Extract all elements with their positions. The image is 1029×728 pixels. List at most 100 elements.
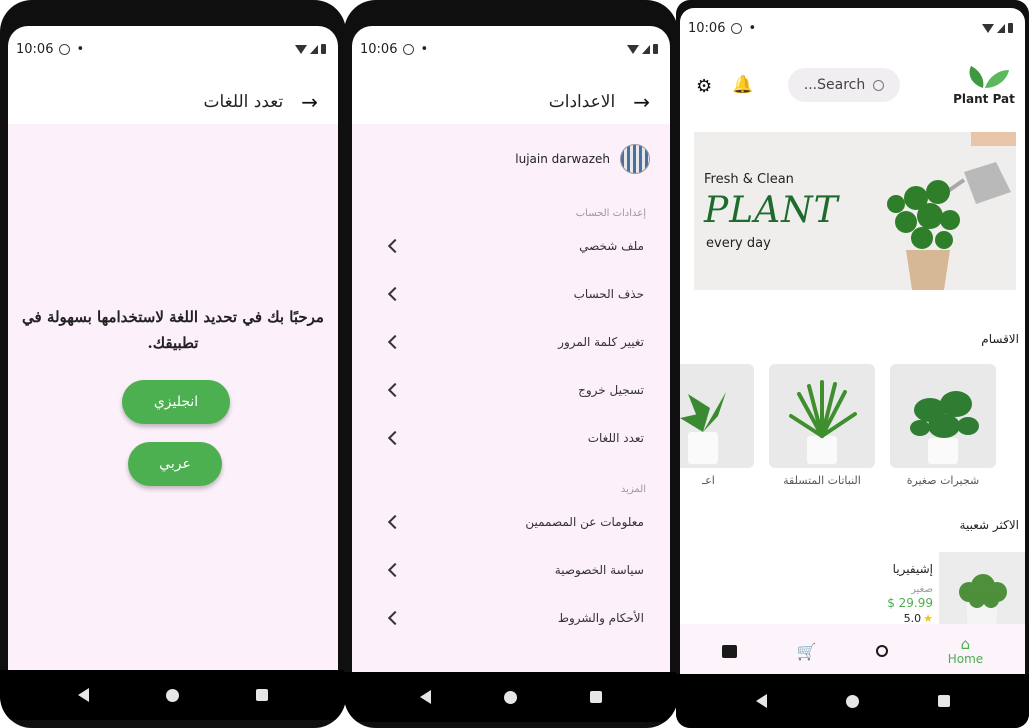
category-card-third[interactable] xyxy=(680,364,754,468)
settings-item-label: تغيير كلمة المرور xyxy=(558,335,644,349)
nav-back-icon[interactable] xyxy=(420,690,432,704)
status-dot: • xyxy=(420,41,429,57)
welcome-text: مرحبًا بك في تحديد اللغة لاستخدامها بسهو… xyxy=(22,308,324,352)
hero-banner[interactable]: Fresh & Clean PLANT every day xyxy=(694,132,1016,290)
section-account: إعدادات الحساب xyxy=(575,208,646,219)
settings-item-label: سياسة الخصوصية xyxy=(554,563,644,577)
app-bar: تعدد اللغات → xyxy=(8,80,338,124)
banner-line1: Fresh & Clean xyxy=(704,172,794,187)
settings-item-terms[interactable]: الأحكام والشروط xyxy=(352,594,670,642)
android-nav-bar xyxy=(0,670,346,720)
cart-icon: 🛒 xyxy=(796,641,817,661)
plant-image xyxy=(680,392,726,464)
nav-home[interactable]: ⌂ Home xyxy=(948,636,983,666)
nav-recents-icon[interactable] xyxy=(937,695,950,707)
search-placeholder: ...Search xyxy=(803,77,866,93)
wifi-icon xyxy=(982,23,994,33)
english-button[interactable]: انجليزي xyxy=(122,380,230,424)
shrub-plant-image xyxy=(910,391,979,464)
settings-item-languages[interactable]: تعدد اللغات xyxy=(352,414,670,462)
user-name: lujain darwazeh xyxy=(515,152,610,166)
settings-item-privacy[interactable]: سياسة الخصوصية xyxy=(352,546,670,594)
category-label: النباتات المتسلقة xyxy=(783,474,861,487)
signal-battery-icons xyxy=(295,44,326,54)
bell-icon[interactable]: 🔔 xyxy=(732,76,753,94)
nav-chat[interactable] xyxy=(721,644,737,658)
nav-home-icon[interactable] xyxy=(503,690,517,704)
battery-icon xyxy=(653,44,658,54)
category-card-climbing[interactable] xyxy=(769,364,875,468)
settings-item-label: ملف شخصي xyxy=(579,239,644,253)
signal-icon xyxy=(310,44,318,54)
content-area: مرحبًا بك في تحديد اللغة لاستخدامها بسهو… xyxy=(8,124,338,670)
status-bar: 10:06 • xyxy=(352,26,670,72)
wifi-icon xyxy=(627,44,639,54)
product-card[interactable]: إشيفيريا صغير $ 29.99 5.0 ★ xyxy=(680,552,1025,625)
nav-home-icon[interactable] xyxy=(845,694,859,708)
settings-item-label: الأحكام والشروط xyxy=(557,611,644,625)
signal-icon xyxy=(997,23,1005,33)
user-profile[interactable]: lujain darwazeh xyxy=(515,144,650,174)
product-name: إشيفيريا xyxy=(892,562,933,576)
chevron-left-icon xyxy=(387,430,403,446)
section-more: المزيد xyxy=(620,484,646,495)
nav-home-icon[interactable] xyxy=(165,688,179,702)
chat-icon xyxy=(721,644,737,658)
settings-item-label: معلومات عن المصممين xyxy=(525,515,644,529)
status-time: 10:06 xyxy=(360,41,398,57)
settings-item-label: تعدد اللغات xyxy=(587,431,644,445)
arabic-button[interactable]: عربي xyxy=(128,442,222,486)
phone-language-screen: 10:06 • تعدد اللغات → مرحبًا بك في تحديد… xyxy=(0,0,346,728)
product-size: صغير xyxy=(911,584,933,595)
popular-title: الاكثر شعبية xyxy=(959,518,1019,532)
settings-item-change-password[interactable]: تغيير كلمة المرور xyxy=(352,318,670,366)
android-nav-bar xyxy=(344,672,678,722)
nav-recents-icon[interactable] xyxy=(255,689,268,701)
nav-recents-icon[interactable] xyxy=(589,691,602,703)
settings-item-delete-account[interactable]: حذف الحساب xyxy=(352,270,670,318)
back-arrow-icon[interactable]: → xyxy=(633,90,650,114)
plant-pat-logo: Plant Pat xyxy=(949,64,1019,108)
echeveria-plant-image xyxy=(959,574,1007,624)
banner-line3: every day xyxy=(706,236,771,251)
back-arrow-icon[interactable]: → xyxy=(301,90,318,114)
gear-icon[interactable]: ⚙ xyxy=(696,78,712,96)
category-label: اعـ xyxy=(702,474,715,487)
app-bar: الاعدادات → xyxy=(352,80,670,124)
settings-item-logout[interactable]: تسجيل خروج xyxy=(352,366,670,414)
android-nav-bar xyxy=(676,674,1029,728)
status-time: 10:06 xyxy=(688,20,726,36)
plant-with-watering-can-image xyxy=(887,132,1016,290)
home-icon: ⌂ xyxy=(960,635,971,653)
phone-settings-screen: 10:06 • الاعدادات → lujain darwazeh إعدا… xyxy=(344,0,678,728)
wifi-icon xyxy=(295,44,307,54)
logo-text: Plant Pat xyxy=(953,92,1015,106)
search-input[interactable]: ...Search xyxy=(788,68,900,102)
settings-item-label: حذف الحساب xyxy=(573,287,644,301)
chevron-left-icon xyxy=(387,514,403,530)
signal-icon xyxy=(642,44,650,54)
status-bar: 10:06 • xyxy=(680,8,1025,48)
nav-back-icon[interactable] xyxy=(755,694,767,708)
status-time: 10:06 xyxy=(16,41,54,57)
settings-item-profile[interactable]: ملف شخصي xyxy=(352,222,670,270)
whatsapp-icon xyxy=(403,43,415,55)
search-icon xyxy=(876,645,889,657)
settings-item-designers[interactable]: معلومات عن المصممين xyxy=(352,498,670,546)
banner-line2: PLANT xyxy=(704,190,839,231)
chevron-left-icon xyxy=(387,238,403,254)
nav-search[interactable] xyxy=(876,645,889,657)
nav-back-icon[interactable] xyxy=(78,688,90,702)
chevron-left-icon xyxy=(387,562,403,578)
category-card-shrubs[interactable] xyxy=(890,364,996,468)
status-dot: • xyxy=(748,20,757,36)
signal-battery-icons xyxy=(982,23,1013,33)
nav-cart[interactable]: 🛒 xyxy=(796,642,816,661)
status-dot: • xyxy=(76,41,85,57)
product-image xyxy=(939,552,1025,624)
logo-leaves-icon xyxy=(969,66,1009,88)
page-title: تعدد اللغات xyxy=(203,92,284,112)
battery-icon xyxy=(1008,23,1013,33)
whatsapp-icon xyxy=(731,22,743,34)
home-screen: 10:06 • ⚙ 🔔 ...Search Plant Pat Fresh & … xyxy=(680,8,1025,674)
